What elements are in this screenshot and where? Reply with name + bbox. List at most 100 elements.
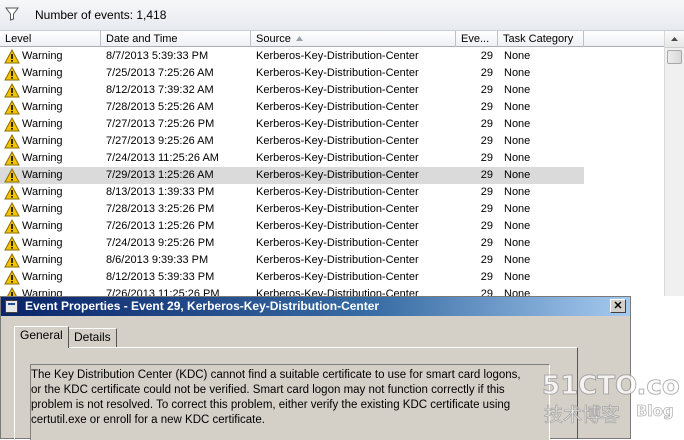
- column-header-source-label: Source: [256, 33, 291, 45]
- row-event-id: 29: [480, 237, 493, 249]
- table-row[interactable]: Warning 8/13/2013 1:39:33 PM Kerberos-Key-…: [0, 184, 664, 201]
- row-level: Warning: [22, 101, 63, 113]
- warning-icon: [4, 66, 20, 81]
- column-header-row: Level Date and Time Source Eve... Task C…: [0, 31, 664, 47]
- warning-icon: [4, 202, 20, 217]
- row-event-id: 29: [480, 118, 493, 130]
- scroll-thumb[interactable]: [667, 50, 682, 64]
- table-row[interactable]: Warning 8/7/2013 5:39:33 PM Kerberos-Key-D…: [0, 48, 664, 65]
- table-row[interactable]: Warning 8/12/2013 5:39:33 PM Kerberos-Key-…: [0, 269, 664, 286]
- column-header-task-category[interactable]: Task Category: [498, 31, 584, 47]
- vertical-scrollbar[interactable]: [664, 31, 684, 296]
- column-header-date-time[interactable]: Date and Time: [101, 31, 251, 47]
- row-source: Kerberos-Key-Distribution-Center: [256, 271, 419, 283]
- warning-icon: [4, 168, 20, 183]
- row-source: Kerberos-Key-Distribution-Center: [256, 237, 419, 249]
- event-description-box[interactable]: The Key Distribution Center (KDC) cannot…: [30, 364, 550, 440]
- event-description-text: The Key Distribution Center (KDC) cannot…: [31, 369, 521, 426]
- warning-icon: [4, 100, 20, 115]
- close-icon: ✕: [613, 300, 623, 312]
- event-list: Warning 8/7/2013 5:39:33 PM Kerberos-Key-D…: [0, 48, 664, 296]
- row-event-id: 29: [480, 50, 493, 62]
- arrow-up-icon: [671, 37, 678, 41]
- table-row[interactable]: Warning 7/26/2013 1:25:26 PM Kerberos-Key-…: [0, 218, 664, 235]
- sort-ascending-icon: [296, 36, 303, 41]
- scroll-up-button[interactable]: [665, 31, 684, 48]
- row-level: Warning: [22, 67, 63, 79]
- tab-details[interactable]: Details: [68, 328, 117, 347]
- row-level: Warning: [22, 186, 63, 198]
- svg-text:技术博客: 技术博客: [544, 404, 620, 426]
- warning-icon: [4, 117, 20, 132]
- row-date-time: 7/28/2013 3:25:26 PM: [106, 203, 215, 215]
- row-task-category: None: [504, 220, 531, 232]
- table-row[interactable]: Warning 7/29/2013 1:25:26 AM Kerberos-Key-…: [0, 167, 664, 184]
- row-event-id: 29: [480, 254, 493, 266]
- row-task-category: None: [504, 271, 531, 283]
- warning-icon: [4, 83, 20, 98]
- row-source: Kerberos-Key-Distribution-Center: [256, 67, 419, 79]
- event-count-label: Number of events: 1,418: [35, 8, 167, 22]
- row-source: Kerberos-Key-Distribution-Center: [256, 50, 419, 62]
- row-source: Kerberos-Key-Distribution-Center: [256, 152, 419, 164]
- warning-icon: [4, 185, 20, 200]
- table-row[interactable]: Warning 7/24/2013 11:25:26 AM Kerberos-Key…: [0, 150, 664, 167]
- row-task-category: None: [504, 169, 531, 181]
- dialog-title-bar[interactable]: Event Properties - Event 29, Kerberos-Ke…: [1, 297, 630, 316]
- row-event-id: 29: [480, 101, 493, 113]
- row-source: Kerberos-Key-Distribution-Center: [256, 135, 419, 147]
- row-date-time: 8/12/2013 5:39:33 PM: [106, 271, 215, 283]
- row-level: Warning: [22, 271, 63, 283]
- row-task-category: None: [504, 84, 531, 96]
- row-event-id: 29: [480, 203, 493, 215]
- filter-funnel-icon[interactable]: [5, 7, 19, 21]
- svg-text:Blog: Blog: [636, 402, 674, 420]
- row-event-id: 29: [480, 135, 493, 147]
- warning-icon: [4, 151, 20, 166]
- table-row[interactable]: Warning 8/12/2013 7:39:32 AM Kerberos-Key-…: [0, 82, 664, 99]
- row-source: Kerberos-Key-Distribution-Center: [256, 220, 419, 232]
- table-row[interactable]: Warning 7/25/2013 7:25:26 AM Kerberos-Key-…: [0, 65, 664, 82]
- table-row[interactable]: Warning 7/24/2013 9:25:26 PM Kerberos-Key-…: [0, 235, 664, 252]
- row-date-time: 8/13/2013 1:39:33 PM: [106, 186, 215, 198]
- row-date-time: 7/29/2013 1:25:26 AM: [106, 169, 214, 181]
- row-level: Warning: [22, 220, 63, 232]
- row-task-category: None: [504, 152, 531, 164]
- row-task-category: None: [504, 237, 531, 249]
- row-source: Kerberos-Key-Distribution-Center: [256, 186, 419, 198]
- row-source: Kerberos-Key-Distribution-Center: [256, 118, 419, 130]
- row-date-time: 7/24/2013 11:25:26 AM: [106, 152, 219, 164]
- row-level: Warning: [22, 169, 63, 181]
- row-date-time: 7/26/2013 1:25:26 PM: [106, 220, 215, 232]
- table-row[interactable]: Warning 7/28/2013 3:25:26 PM Kerberos-Key-…: [0, 201, 664, 218]
- row-task-category: None: [504, 288, 531, 296]
- table-row[interactable]: Warning 8/6/2013 9:39:33 PM Kerberos-Key-D…: [0, 252, 664, 269]
- row-source: Kerberos-Key-Distribution-Center: [256, 203, 419, 215]
- row-date-time: 7/25/2013 7:25:26 AM: [106, 67, 214, 79]
- row-date-time: 8/12/2013 7:39:32 AM: [106, 84, 214, 96]
- row-event-id: 29: [480, 67, 493, 79]
- column-header-level[interactable]: Level: [0, 31, 101, 47]
- row-source: Kerberos-Key-Distribution-Center: [256, 169, 419, 181]
- row-date-time: 8/7/2013 5:39:33 PM: [106, 50, 209, 62]
- row-task-category: None: [504, 101, 531, 113]
- row-event-id: 29: [480, 186, 493, 198]
- warning-icon: [7, 287, 17, 296]
- table-row[interactable]: Warning 7/27/2013 9:25:26 AM Kerberos-Key-…: [0, 133, 664, 150]
- row-source: Kerberos-Key-Distribution-Center: [256, 288, 419, 296]
- table-row[interactable]: Warning 7/27/2013 7:25:26 PM Kerberos-Key-…: [0, 116, 664, 133]
- row-level: Warning: [22, 118, 63, 130]
- row-event-id: 29: [480, 152, 493, 164]
- tab-general[interactable]: General: [14, 326, 69, 348]
- row-date-time: 7/27/2013 7:25:26 PM: [106, 118, 215, 130]
- warning-icon: [4, 270, 20, 285]
- close-button[interactable]: ✕: [610, 299, 626, 313]
- column-header-source[interactable]: Source: [251, 31, 456, 47]
- column-header-event-id[interactable]: Eve...: [456, 31, 498, 47]
- table-row[interactable]: Warning 7/26/2013 11:25:26 PM Kerberos-Key…: [0, 286, 664, 296]
- dialog-title: Event Properties - Event 29, Kerberos-Ke…: [25, 299, 380, 313]
- table-row[interactable]: Warning 7/28/2013 5:25:26 AM Kerberos-Key-…: [0, 99, 664, 116]
- row-event-id: 29: [480, 84, 493, 96]
- row-task-category: None: [504, 203, 531, 215]
- row-event-id: 29: [480, 220, 493, 232]
